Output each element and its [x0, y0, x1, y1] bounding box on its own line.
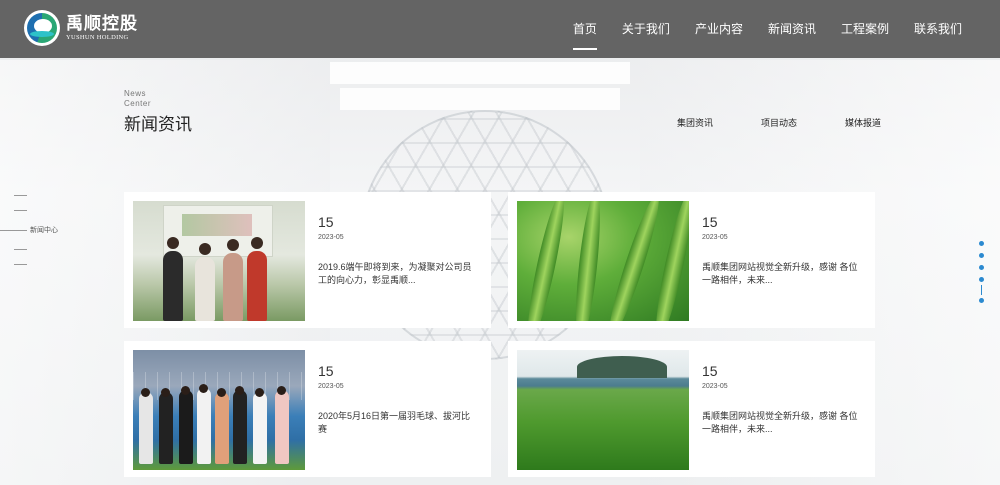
section-subtitle-en-line1: News: [124, 89, 147, 98]
news-day: 15: [702, 214, 718, 230]
news-summary: 禹顺集团网站视觉全新升级，感谢 各位一路相伴，未来...: [702, 411, 858, 434]
rail-marker[interactable]: [14, 249, 27, 250]
main-nav: 首页 关于我们 产业内容 新闻资讯 工程案例 联系我们: [548, 0, 962, 58]
page-dot[interactable]: [979, 241, 984, 246]
news-thumbnail: [517, 350, 689, 470]
logo-icon: [24, 10, 60, 46]
nav-item-about[interactable]: 关于我们: [622, 0, 670, 58]
news-year-month: 2023-05: [318, 383, 344, 390]
rail-marker[interactable]: [14, 210, 27, 211]
news-thumbnail: [517, 201, 689, 321]
news-thumbnail: [133, 350, 305, 470]
site-header: 禹顺控股 YUSHUN HOLDING 首页 关于我们 产业内容 新闻资讯 工程…: [0, 0, 1000, 58]
nav-item-home[interactable]: 首页: [572, 0, 597, 58]
rail-marker[interactable]: [14, 195, 27, 196]
nav-item-news[interactable]: 新闻资讯: [768, 0, 816, 58]
news-year-month: 2023-05: [318, 234, 344, 241]
logo-name-cn: 禹顺控股: [66, 13, 138, 34]
news-thumbnail: [133, 201, 305, 321]
logo-name-en: YUSHUN HOLDING: [66, 33, 129, 41]
news-year-month: 2023-05: [702, 234, 728, 241]
nav-item-industry[interactable]: 产业内容: [695, 0, 743, 58]
section-subtitle-en-line2: Center: [124, 99, 152, 108]
news-tabs: 集团资讯 项目动态 媒体报道: [677, 116, 881, 129]
news-day: 15: [318, 363, 334, 379]
news-card[interactable]: 15 2023-05 禹顺集团网站视觉全新升级，感谢 各位一路相伴，未来...: [508, 341, 875, 477]
news-summary: 2019.6端午即将到来，为凝聚对公司员工的向心力，彰显禹顺...: [318, 262, 472, 285]
rail-active-label: 新闻中心: [30, 227, 58, 234]
tab-group-news[interactable]: 集团资讯: [677, 116, 713, 129]
news-card[interactable]: 15 2023-05 2020年5月16日第一届羽毛球、拔河比赛: [124, 341, 491, 477]
tab-project-updates[interactable]: 项目动态: [761, 116, 797, 129]
page-dot-connector: [981, 285, 982, 295]
news-card[interactable]: 15 2023-05 禹顺集团网站视觉全新升级，感谢 各位一路相伴，未来...: [508, 192, 875, 328]
news-summary: 禹顺集团网站视觉全新升级，感谢 各位一路相伴，未来...: [702, 262, 858, 285]
nav-item-contact[interactable]: 联系我们: [914, 0, 962, 58]
rail-marker[interactable]: [14, 264, 27, 265]
page-dot-active[interactable]: [979, 298, 984, 303]
nav-item-projects[interactable]: 工程案例: [841, 0, 889, 58]
section-title: 新闻资讯: [124, 115, 192, 134]
page-dot[interactable]: [979, 265, 984, 270]
side-rail: 新闻中心: [0, 195, 58, 279]
page-dots: [979, 241, 984, 310]
page-dot[interactable]: [979, 277, 984, 282]
news-card[interactable]: 15 2023-05 2019.6端午即将到来，为凝聚对公司员工的向心力，彰显禹…: [124, 192, 491, 328]
section-subtitle-en: News Center: [124, 89, 164, 109]
logo[interactable]: 禹顺控股 YUSHUN HOLDING: [24, 10, 138, 46]
news-day: 15: [318, 214, 334, 230]
rail-item-active[interactable]: 新闻中心: [0, 225, 58, 235]
news-day: 15: [702, 363, 718, 379]
news-summary: 2020年5月16日第一届羽毛球、拔河比赛: [318, 411, 471, 434]
news-year-month: 2023-05: [702, 383, 728, 390]
page-dot[interactable]: [979, 253, 984, 258]
tab-media-reports[interactable]: 媒体报道: [845, 116, 881, 129]
